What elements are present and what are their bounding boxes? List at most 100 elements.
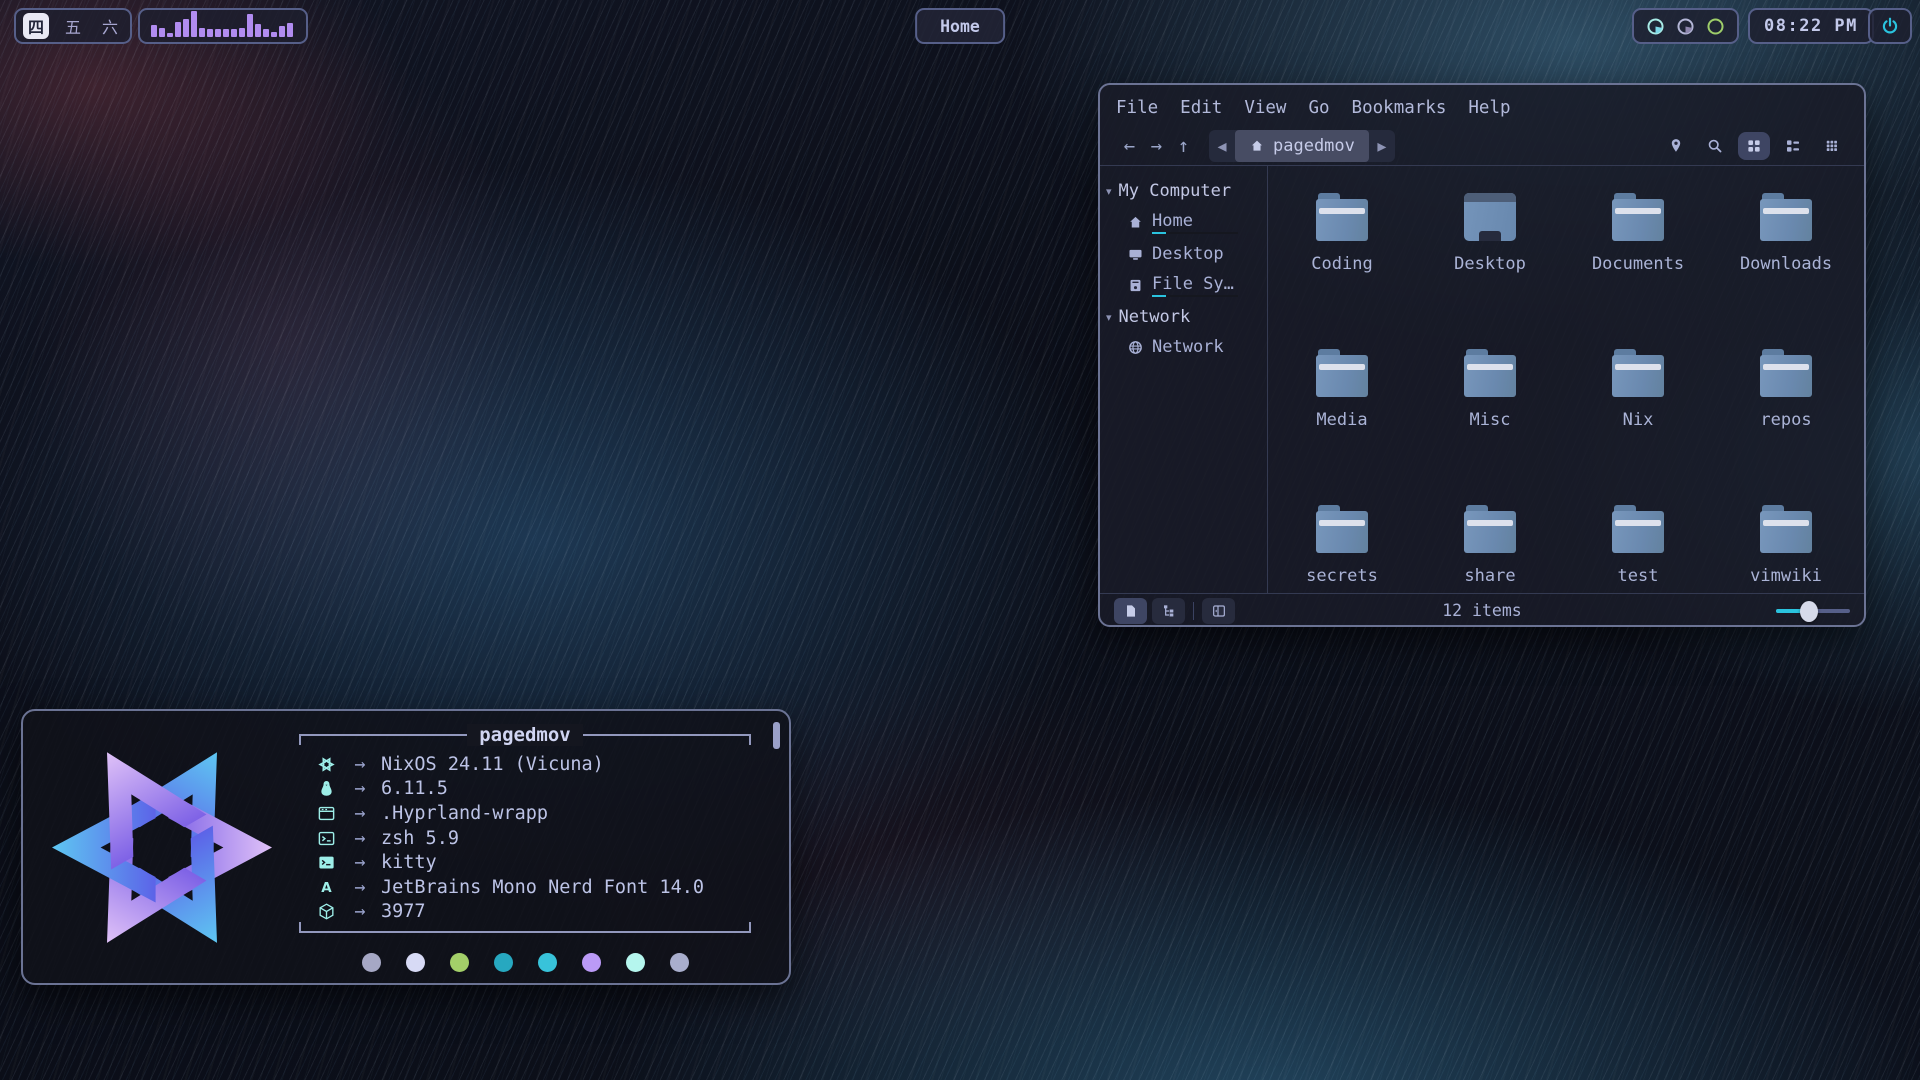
visualizer-bar bbox=[183, 19, 189, 37]
folder-nix[interactable]: Nix bbox=[1564, 342, 1712, 498]
menu-view[interactable]: View bbox=[1244, 98, 1286, 125]
visualizer-bar bbox=[231, 29, 237, 37]
folder-grid: Coding DesktopDocumentsDownloads Media Misc… bbox=[1268, 166, 1864, 593]
folder-secrets[interactable]: secrets bbox=[1268, 498, 1416, 654]
folder-desktop[interactable]: Desktop bbox=[1416, 186, 1564, 342]
active-window-title-pill[interactable]: Home bbox=[915, 8, 1005, 44]
up-button[interactable]: ↑ bbox=[1170, 135, 1197, 157]
filesystem-icon bbox=[1127, 277, 1144, 294]
folder-icon bbox=[1612, 193, 1664, 241]
folder-test[interactable]: test bbox=[1564, 498, 1712, 654]
arrow-icon: → bbox=[339, 828, 381, 849]
sidebar-section-network[interactable]: ▾Network bbox=[1100, 302, 1267, 332]
folder-label: secrets bbox=[1306, 566, 1378, 586]
sidebar-item-label: File Sy… bbox=[1152, 274, 1238, 297]
fetch-value: JetBrains Mono Nerd Font 14.0 bbox=[381, 877, 704, 898]
palette-dot bbox=[362, 953, 381, 972]
sidebar-section-my-computer[interactable]: ▾My Computer bbox=[1100, 176, 1267, 206]
slider-knob[interactable] bbox=[1800, 601, 1818, 622]
fetch-row: →zsh 5.9 bbox=[313, 826, 741, 851]
location-pin-button[interactable] bbox=[1660, 132, 1692, 160]
fetch-row: A →JetBrains Mono Nerd Font 14.0 bbox=[313, 875, 741, 900]
sidebar-item-desktop[interactable]: Desktop bbox=[1100, 239, 1267, 269]
visualizer-bar bbox=[215, 29, 221, 37]
workspace-switcher[interactable]: 四五六 bbox=[14, 8, 132, 44]
icon-view-button[interactable] bbox=[1738, 132, 1770, 160]
menubar: File Edit View Go Bookmarks Help bbox=[1100, 85, 1864, 127]
menu-go[interactable]: Go bbox=[1308, 98, 1329, 125]
palette-dot bbox=[406, 953, 425, 972]
sidebar-item-label: Desktop bbox=[1152, 244, 1224, 264]
folder-icon bbox=[1612, 349, 1664, 397]
visualizer-bar bbox=[207, 29, 213, 37]
folder-vimwiki[interactable]: vimwiki bbox=[1712, 498, 1860, 654]
visualizer-bar bbox=[247, 14, 253, 37]
folder-downloads[interactable]: Downloads bbox=[1712, 186, 1860, 342]
svg-text:A: A bbox=[321, 881, 332, 896]
icon-zoom-slider[interactable] bbox=[1776, 601, 1850, 621]
folder-documents[interactable]: Documents bbox=[1564, 186, 1712, 342]
folder-coding[interactable]: Coding bbox=[1268, 186, 1416, 342]
compact-view-button[interactable] bbox=[1777, 132, 1809, 160]
folder-label: Media bbox=[1316, 410, 1367, 430]
font-icon: A bbox=[317, 878, 336, 897]
forward-button[interactable]: → bbox=[1143, 135, 1170, 157]
sidebar-section-label: Network bbox=[1119, 307, 1191, 327]
wm-icon bbox=[317, 804, 336, 823]
fetch-row: →6.11.5 bbox=[313, 777, 741, 802]
system-ring-indicators bbox=[1632, 8, 1739, 44]
folder-media[interactable]: Media bbox=[1268, 342, 1416, 498]
clock-widget[interactable]: 08:22 PM bbox=[1748, 8, 1874, 44]
back-button[interactable]: ← bbox=[1116, 135, 1143, 157]
path-label: pagedmov bbox=[1273, 136, 1355, 156]
workspace-chip[interactable]: 五 bbox=[60, 13, 86, 39]
toolbar-right bbox=[1660, 132, 1848, 160]
search-button[interactable] bbox=[1699, 132, 1731, 160]
terminal-icon bbox=[313, 853, 339, 872]
fastfetch-output: pagedmov →NixOS 24.11 (Vicuna)→6.11.5→.H… bbox=[299, 711, 751, 983]
next-tab-chevron[interactable]: ▸ bbox=[1369, 136, 1395, 157]
folder-icon bbox=[1316, 505, 1368, 553]
sidebar-item-filesy[interactable]: File Sy… bbox=[1100, 269, 1267, 302]
visualizer-bar bbox=[167, 33, 173, 37]
shell-icon bbox=[313, 829, 339, 848]
path-button[interactable]: pagedmov bbox=[1235, 130, 1369, 162]
terminal-scrollbar[interactable] bbox=[773, 722, 780, 749]
sidebar-item-home[interactable]: Home bbox=[1100, 206, 1267, 239]
fetch-row: →NixOS 24.11 (Vicuna) bbox=[313, 752, 741, 777]
folder-icon bbox=[1316, 193, 1368, 241]
shell-icon bbox=[317, 829, 336, 848]
folder-share[interactable]: share bbox=[1416, 498, 1564, 654]
path-bar: ◂ pagedmov ▸ bbox=[1209, 130, 1395, 162]
fetch-box-bottom-line bbox=[299, 931, 751, 933]
power-icon bbox=[1880, 16, 1900, 36]
menu-help[interactable]: Help bbox=[1468, 98, 1510, 125]
arrow-icon: → bbox=[339, 803, 381, 824]
packages-icon bbox=[317, 902, 336, 921]
statusbar: 12 items bbox=[1100, 593, 1864, 627]
folder-label: vimwiki bbox=[1750, 566, 1822, 586]
ring-indicator-cyan bbox=[1646, 17, 1665, 36]
menu-bookmarks[interactable]: Bookmarks bbox=[1352, 98, 1447, 125]
detailed-view-button[interactable] bbox=[1816, 132, 1848, 160]
sidebar-item-network[interactable]: Network bbox=[1100, 332, 1267, 362]
fetch-hostname: pagedmov bbox=[299, 724, 751, 746]
visualizer-bar bbox=[263, 29, 269, 37]
power-button[interactable] bbox=[1868, 8, 1912, 44]
folder-label: share bbox=[1464, 566, 1515, 586]
fetch-value: NixOS 24.11 (Vicuna) bbox=[381, 754, 604, 775]
folder-misc[interactable]: Misc bbox=[1416, 342, 1564, 498]
nixos-icon bbox=[313, 755, 339, 774]
menu-file[interactable]: File bbox=[1116, 98, 1158, 125]
workspace-chip[interactable]: 四 bbox=[23, 13, 49, 39]
prev-tab-chevron[interactable]: ◂ bbox=[1209, 136, 1235, 157]
menu-edit[interactable]: Edit bbox=[1180, 98, 1222, 125]
folder-label: Coding bbox=[1311, 254, 1372, 274]
visualizer-bar bbox=[223, 29, 229, 37]
arrow-icon: → bbox=[339, 877, 381, 898]
visualizer-bar bbox=[151, 25, 157, 37]
arrow-icon: → bbox=[339, 754, 381, 775]
toolbar: ← → ↑ ◂ pagedmov ▸ bbox=[1100, 127, 1864, 165]
folder-repos[interactable]: repos bbox=[1712, 342, 1860, 498]
workspace-chip[interactable]: 六 bbox=[97, 13, 123, 39]
